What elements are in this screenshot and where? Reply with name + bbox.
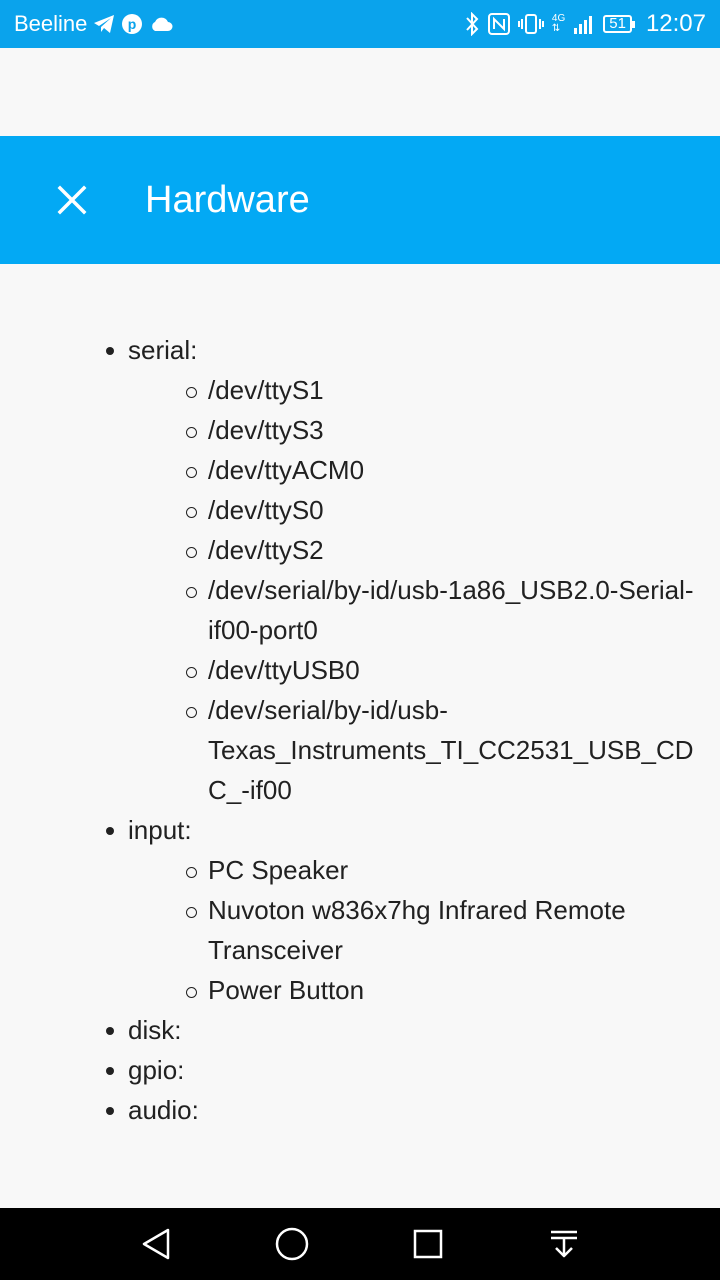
hardware-list: serial: /dev/ttyS1 /dev/ttyS3 /dev/ttyAC… [0,330,720,1130]
recents-icon [413,1229,443,1259]
notification-pull-button[interactable] [496,1208,632,1280]
pinterest-icon: p [121,13,143,35]
status-left: Beeline p [14,11,173,37]
status-bar: Beeline p 4G ⇅ 51 12:07 [0,0,720,48]
input-device-list: PC Speaker Nuvoton w836x7hg Infrared Rem… [128,850,720,1010]
vibrate-icon [517,13,544,35]
list-item: Nuvoton w836x7hg Infrared Remote Transce… [186,890,720,970]
battery-icon: 51 [603,15,635,33]
cloud-icon [149,16,173,32]
category-audio: audio: [0,1090,720,1130]
home-icon [275,1227,309,1261]
list-item: /dev/serial/by-id/usb-1a86_USB2.0-Serial… [186,570,720,650]
category-label: audio: [128,1095,199,1125]
category-label: gpio: [128,1055,185,1085]
clock: 12:07 [645,10,706,37]
list-item: /dev/ttyUSB0 [186,650,720,690]
close-button[interactable] [48,176,96,224]
notification-pull-icon [551,1230,577,1258]
category-input: input: PC Speaker Nuvoton w836x7hg Infra… [0,810,720,1010]
hardware-categories: serial: /dev/ttyS1 /dev/ttyS3 /dev/ttyAC… [0,330,720,1130]
list-item: /dev/ttyACM0 [186,450,720,490]
network-type: 4G ⇅ [551,13,566,34]
category-label: serial: [128,335,198,365]
list-item: Power Button [186,970,720,1010]
dialog-title: Hardware [145,178,310,221]
status-right: 4G ⇅ 51 12:07 [464,10,706,38]
list-item: /dev/ttyS3 [186,410,720,450]
category-serial: serial: /dev/ttyS1 /dev/ttyS3 /dev/ttyAC… [0,330,720,810]
list-item: PC Speaker [186,850,720,890]
category-disk: disk: [0,1010,720,1050]
svg-text:p: p [128,16,137,32]
nfc-icon [487,13,510,35]
list-item: /dev/serial/by-id/usb-Texas_Instruments_… [186,690,720,810]
list-item: /dev/ttyS1 [186,370,720,410]
home-button[interactable] [224,1208,360,1280]
navigation-bar [0,1208,720,1280]
category-label: disk: [128,1015,182,1045]
list-item: /dev/ttyS2 [186,530,720,570]
close-icon [57,185,87,215]
signal-icon [573,14,595,34]
category-label: input: [128,815,192,845]
category-gpio: gpio: [0,1050,720,1090]
bluetooth-icon [464,12,480,36]
carrier-name: Beeline [14,11,88,36]
back-icon [142,1228,170,1260]
dialog-header: Hardware [0,136,720,264]
serial-device-list: /dev/ttyS1 /dev/ttyS3 /dev/ttyACM0 /dev/… [128,370,720,810]
telegram-icon [93,14,115,34]
list-item: /dev/ttyS0 [186,490,720,530]
back-button[interactable] [88,1208,224,1280]
recents-button[interactable] [360,1208,496,1280]
